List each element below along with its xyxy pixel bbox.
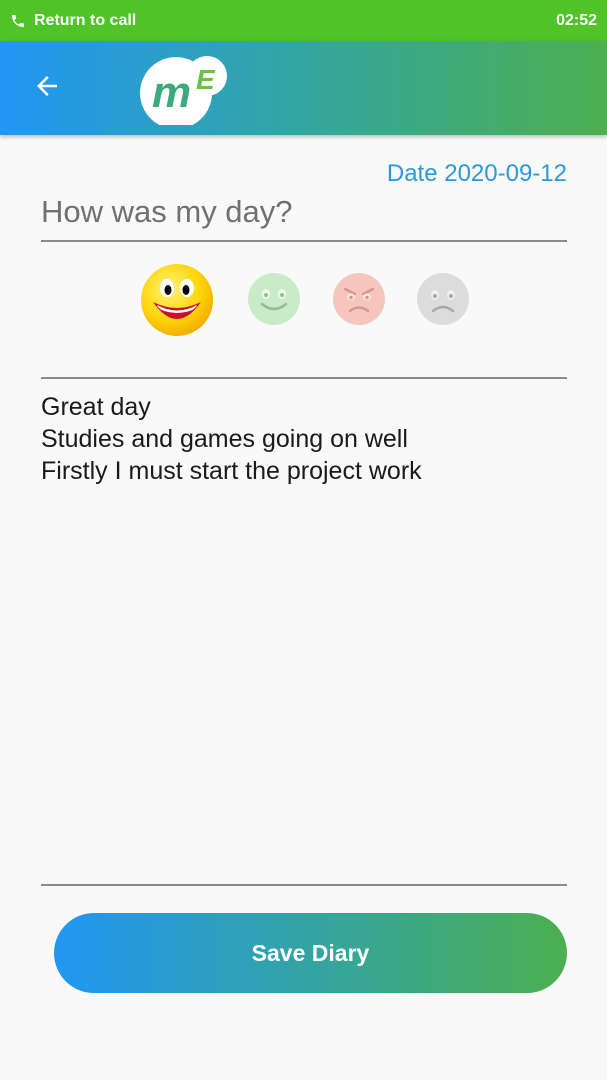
app-bar: m E xyxy=(0,41,607,135)
phone-icon xyxy=(10,13,26,29)
save-diary-button[interactable]: Save Diary xyxy=(54,913,567,993)
smile-face-icon xyxy=(247,272,301,326)
mood-smile[interactable] xyxy=(247,272,301,326)
mood-sad[interactable] xyxy=(416,272,470,326)
diary-body-input[interactable]: Great day Studies and games going on wel… xyxy=(41,391,567,871)
back-button[interactable] xyxy=(27,70,67,106)
return-to-call[interactable]: Return to call xyxy=(10,12,136,30)
date-label: Date 2020-09-12 xyxy=(386,160,567,187)
sad-face-icon xyxy=(416,272,470,326)
status-bar: Return to call 02:52 xyxy=(0,0,607,41)
save-diary-label: Save Diary xyxy=(251,939,370,966)
title-input[interactable]: How was my day? xyxy=(41,190,567,242)
arrow-back-icon xyxy=(32,71,62,106)
diary-line: Studies and games going on well xyxy=(41,425,408,453)
happy-face-icon xyxy=(139,262,215,338)
title-placeholder: How was my day? xyxy=(41,194,293,229)
mood-happy[interactable] xyxy=(139,262,215,338)
svg-text:E: E xyxy=(196,64,216,95)
diary-line: Firstly I must start the project work xyxy=(41,457,422,485)
return-to-call-text: Return to call xyxy=(34,11,137,29)
divider xyxy=(41,884,567,886)
mood-angry[interactable] xyxy=(332,272,386,326)
status-time: 02:52 xyxy=(556,11,597,29)
mood-selector xyxy=(0,258,607,342)
svg-text:m: m xyxy=(152,68,191,117)
divider xyxy=(41,377,567,379)
angry-face-icon xyxy=(332,272,386,326)
app-logo: m E xyxy=(136,51,230,129)
diary-line: Great day xyxy=(41,393,151,421)
